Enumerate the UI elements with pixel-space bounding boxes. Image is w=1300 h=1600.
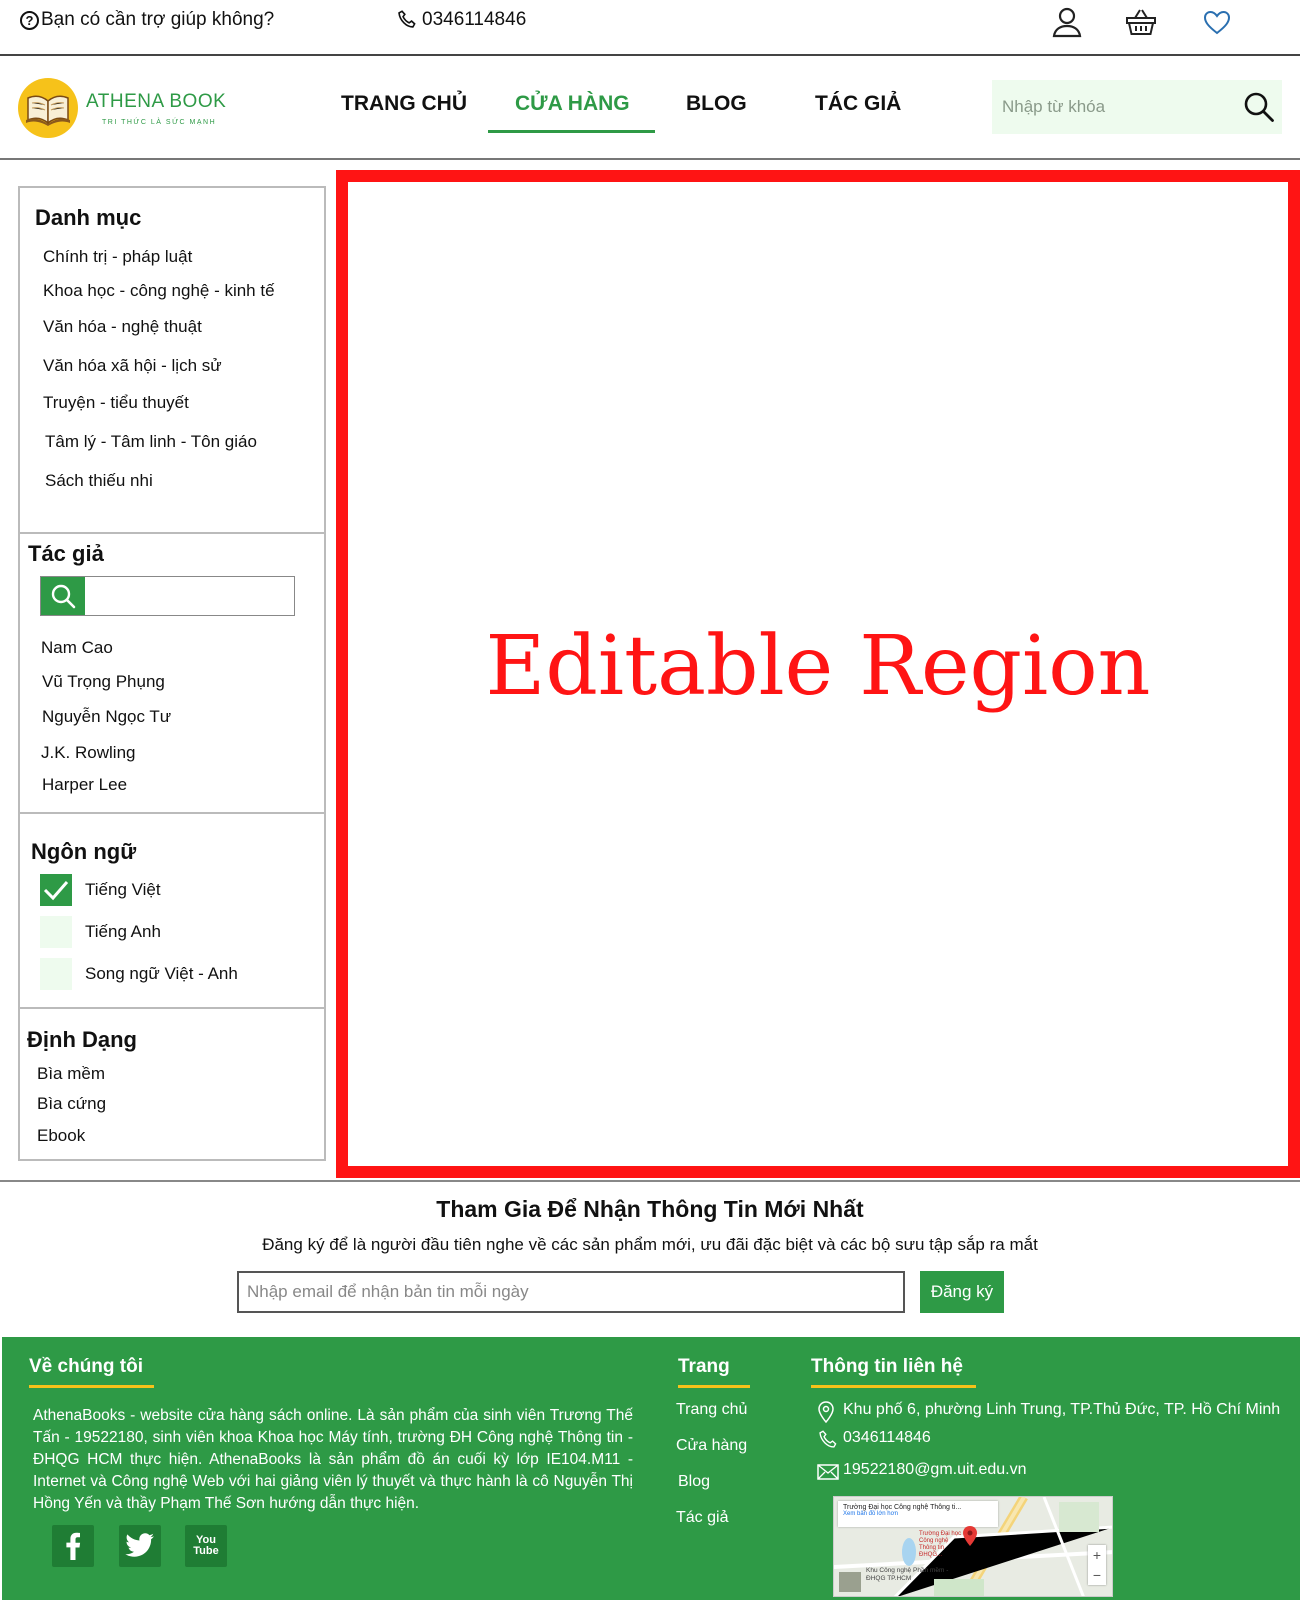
category-item[interactable]: Sách thiếu nhi [45,471,153,491]
newsletter-subscribe-button[interactable]: Đăng ký [920,1271,1004,1313]
help-icon: ? [20,10,39,30]
author-search [40,576,295,616]
nav-shop[interactable]: CỬA HÀNG [515,92,630,116]
map-place-label: Khu Công nghệ Phần mềm - ĐHQG TP.HCM [866,1567,949,1582]
header-search-input[interactable] [1002,94,1222,120]
categories-title: Danh mục [35,205,142,230]
format-item[interactable]: Bìa mềm [37,1064,105,1084]
footer-link-shop[interactable]: Cửa hàng [676,1437,747,1455]
map-larger-link[interactable]: Xem bản đồ lớn hơn [843,1511,993,1517]
help-link[interactable]: ? Bạn có cần trợ giúp không? [20,9,274,31]
footer-link-blog[interactable]: Blog [678,1473,710,1491]
location-map[interactable]: Trường Đại học Công nghệ Thông ti... Xem… [833,1496,1113,1597]
footer-email[interactable]: 19522180@gm.uit.edu.vn [817,1461,1027,1480]
section-divider [20,812,324,814]
top-bar: ? Bạn có cần trợ giúp không? 0346114846 [0,0,1300,56]
footer-about-title: Về chúng tôi [29,1356,143,1377]
author-search-input[interactable] [89,583,289,609]
newsletter-subtitle: Đăng ký để là người đầu tiên nghe về các… [262,1235,1038,1254]
editable-region: Editable Region [336,170,1300,1178]
map-info-card: Trường Đại học Công nghệ Thông ti... Xem… [838,1501,998,1527]
category-item[interactable]: Văn hóa xã hội - lịch sử [43,356,222,376]
author-item[interactable]: Vũ Trọng Phụng [42,672,165,692]
footer-title-underline [678,1385,750,1388]
checkmark-icon [43,881,69,901]
author-item[interactable]: Nam Cao [41,638,113,658]
search-icon[interactable] [1242,90,1276,124]
top-phone[interactable]: 0346114846 [396,9,526,31]
top-phone-number: 0346114846 [422,9,527,30]
zoom-in-icon[interactable]: + [1088,1545,1106,1565]
formats-title: Định Dạng [27,1027,137,1052]
language-checkbox-bilingual[interactable] [40,958,72,990]
editable-region-label: Editable Region [485,619,1151,714]
search-icon [51,584,76,609]
site-logo[interactable]: ATHENA BOOK TRI THỨC LÀ SỨC MẠNH [18,76,243,140]
footer-address: Khu phố 6, phường Linh Trung, TP.Thủ Đức… [818,1401,1281,1423]
nav-home[interactable]: TRANG CHỦ [341,92,467,116]
basket-icon[interactable] [1125,6,1157,38]
youtube-icon[interactable]: You Tube [185,1525,227,1567]
authors-title: Tác giả [28,541,104,566]
footer-contact-title: Thông tin liên hệ [811,1356,963,1377]
newsletter-divider [0,1180,1300,1182]
zoom-out-icon[interactable]: − [1088,1565,1106,1585]
user-icon[interactable] [1051,6,1083,38]
footer-phone[interactable]: 0346114846 [819,1429,931,1448]
footer-about-text: AthenaBooks - website cửa hàng sách onli… [33,1407,633,1512]
author-item[interactable]: Nguyễn Ngọc Tư [42,707,171,727]
twitter-icon[interactable] [119,1525,161,1567]
book-logo-icon [18,78,78,138]
category-item[interactable]: Văn hóa - nghệ thuật [43,317,202,337]
logo-name: ATHENA BOOK [86,90,227,112]
footer-phone-number: 0346114846 [843,1429,931,1446]
header-search [992,80,1282,134]
map-pin-icon [963,1526,977,1546]
map-zoom-controls[interactable]: + − [1088,1545,1106,1585]
logo-tagline: TRI THỨC LÀ SỨC MẠNH [102,118,217,126]
footer-title-underline [29,1385,154,1388]
nav-authors[interactable]: TÁC GIẢ [815,92,901,116]
footer-pages-title: Trang [678,1356,730,1377]
category-item[interactable]: Tâm lý - Tâm linh - Tôn giáo [45,432,257,452]
map-title: Trường Đại học Công nghệ Thông ti... [843,1504,962,1511]
language-label: Song ngữ Việt - Anh [85,964,238,983]
language-label: Tiếng Anh [85,922,161,941]
author-search-button[interactable] [41,577,85,615]
footer-email-address: 19522180@gm.uit.edu.vn [843,1461,1027,1478]
mail-icon [817,1464,839,1480]
filter-sidebar: Danh mục Chính trị - pháp luật Khoa học … [18,186,326,1161]
site-footer: Về chúng tôi AthenaBooks - website cửa h… [2,1337,1300,1600]
category-item[interactable]: Khoa học - công nghệ - kinh tế [43,281,275,301]
language-checkbox-english[interactable] [40,916,72,948]
heart-icon[interactable] [1201,6,1233,38]
active-nav-underline [488,130,655,133]
map-pin-label: Trường Đại học Công nghệ Thông tin ĐHQG.… [919,1531,962,1558]
youtube-label: You Tube [193,1534,219,1557]
section-divider [20,532,324,534]
site-header: ATHENA BOOK TRI THỨC LÀ SỨC MẠNH TRANG C… [0,58,1300,160]
facebook-icon[interactable] [52,1525,94,1567]
category-item[interactable]: Truyện - tiểu thuyết [43,393,189,413]
footer-link-authors[interactable]: Tác giả [676,1509,728,1527]
location-pin-icon [818,1401,834,1423]
footer-link-home[interactable]: Trang chủ [676,1401,747,1419]
format-item[interactable]: Ebook [37,1126,85,1146]
format-item[interactable]: Bìa cứng [37,1094,106,1114]
help-text: Bạn có cần trợ giúp không? [41,9,275,30]
language-checkbox-vietnamese[interactable] [40,874,72,906]
languages-title: Ngôn ngữ [31,839,137,864]
language-label: Tiếng Việt [85,880,161,899]
category-item[interactable]: Chính trị - pháp luật [43,247,192,267]
newsletter-email-input[interactable] [237,1271,905,1313]
footer-address-text: Khu phố 6, phường Linh Trung, TP.Thủ Đức… [843,1401,1281,1418]
section-divider [20,1007,324,1009]
phone-icon [398,10,416,28]
author-item[interactable]: J.K. Rowling [41,743,135,763]
nav-blog[interactable]: BLOG [686,92,747,116]
footer-title-underline [811,1385,976,1388]
phone-icon [819,1430,837,1448]
newsletter-title: Tham Gia Để Nhận Thông Tin Mới Nhất [436,1196,864,1222]
author-item[interactable]: Harper Lee [42,775,127,795]
